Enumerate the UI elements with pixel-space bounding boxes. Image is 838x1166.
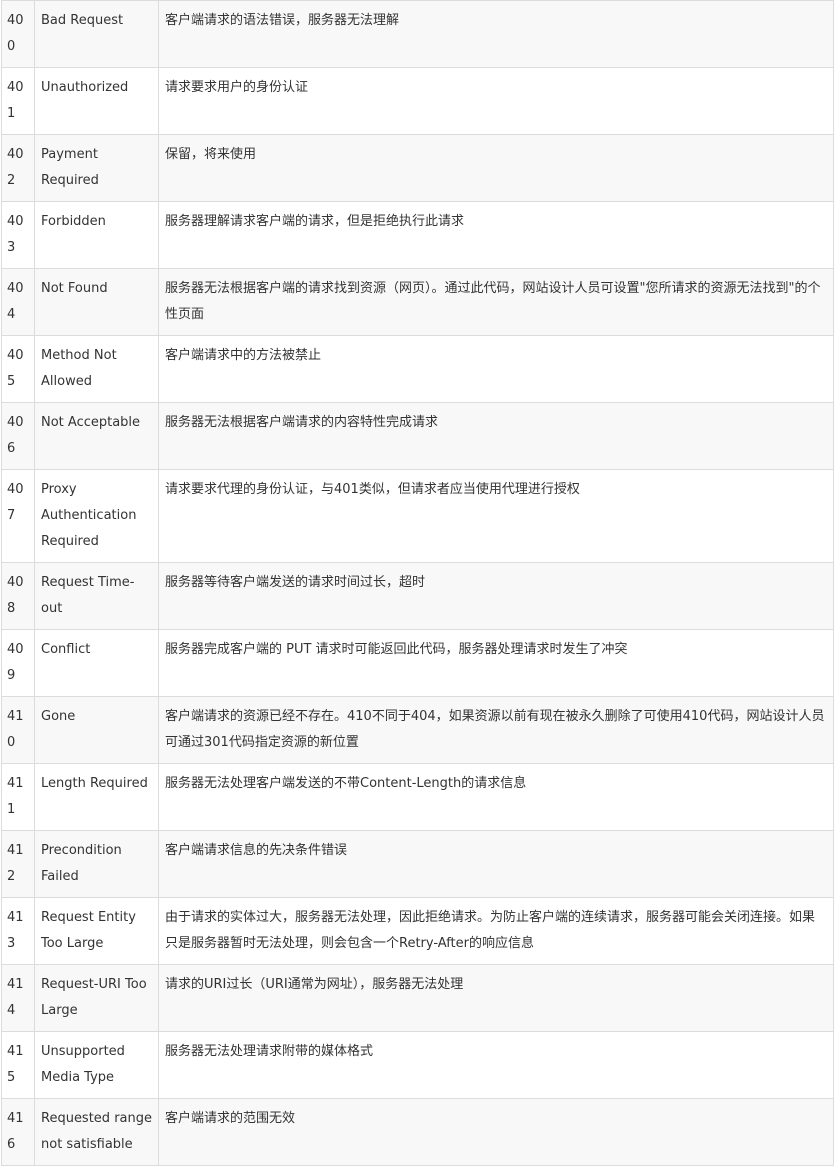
table-row: 412 Precondition Failed 客户端请求信息的先决条件错误 [1, 830, 834, 898]
status-name-cell: Forbidden [34, 201, 159, 269]
table-row: 404 Not Found 服务器无法根据客户端的请求找到资源（网页）。通过此代码，… [1, 268, 834, 336]
table-row: 405 Method Not Allowed 客户端请求中的方法被禁止 [1, 335, 834, 403]
status-code-cell: 412 [1, 830, 35, 898]
table-row: 411 Length Required 服务器无法处理客户端发送的不带Content… [1, 763, 834, 831]
status-name-cell: Not Acceptable [34, 402, 159, 470]
status-description-cell: 保留，将来使用 [158, 134, 834, 202]
status-description-cell: 请求要求用户的身份认证 [158, 67, 834, 135]
status-name-cell: Request-URI Too Large [34, 964, 159, 1032]
table-row: 403 Forbidden 服务器理解请求客户端的请求，但是拒绝执行此请求 [1, 201, 834, 269]
status-name-cell: Requested range not satisfiable [34, 1098, 159, 1166]
table-row: 413 Request Entity Too Large 由于请求的实体过大，服务器… [1, 897, 834, 965]
status-description-cell: 服务器无法根据客户端请求的内容特性完成请求 [158, 402, 834, 470]
status-code-cell: 405 [1, 335, 35, 403]
status-code-cell: 401 [1, 67, 35, 135]
status-name-cell: Unauthorized [34, 67, 159, 135]
table-body: 400 Bad Request 客户端请求的语法错误，服务器无法理解 401 Unaut… [1, 0, 834, 1166]
status-code-cell: 414 [1, 964, 35, 1032]
status-description-cell: 客户端请求信息的先决条件错误 [158, 830, 834, 898]
status-description-cell: 客户端请求的范围无效 [158, 1098, 834, 1166]
status-description-cell: 服务器无法处理请求附带的媒体格式 [158, 1031, 834, 1099]
status-name-cell: Gone [34, 696, 159, 764]
status-code-table-container: 400 Bad Request 客户端请求的语法错误，服务器无法理解 401 Unaut… [1, 0, 834, 1166]
status-code-cell: 406 [1, 402, 35, 470]
status-code-cell: 404 [1, 268, 35, 336]
status-code-cell: 402 [1, 134, 35, 202]
status-description-cell: 客户端请求的资源已经不存在。410不同于404，如果资源以前有现在被永久删除了可… [158, 696, 834, 764]
status-description-cell: 服务器无法处理客户端发送的不带Content-Length的请求信息 [158, 763, 834, 831]
status-code-cell: 400 [1, 0, 35, 68]
status-code-cell: 407 [1, 469, 35, 563]
status-code-cell: 411 [1, 763, 35, 831]
status-name-cell: Request Entity Too Large [34, 897, 159, 965]
status-code-cell: 403 [1, 201, 35, 269]
status-code-cell: 409 [1, 629, 35, 697]
status-description-cell: 由于请求的实体过大，服务器无法处理，因此拒绝请求。为防止客户端的连续请求，服务器… [158, 897, 834, 965]
table-row: 401 Unauthorized 请求要求用户的身份认证 [1, 67, 834, 135]
status-name-cell: Bad Request [34, 0, 159, 68]
status-description-cell: 客户端请求中的方法被禁止 [158, 335, 834, 403]
table-row: 407 Proxy Authentication Required 请求要求代理的身… [1, 469, 834, 563]
status-description-cell: 服务器理解请求客户端的请求，但是拒绝执行此请求 [158, 201, 834, 269]
status-code-cell: 415 [1, 1031, 35, 1099]
table-row: 416 Requested range not satisfiable 客户端请求的… [1, 1098, 834, 1166]
status-code-cell: 416 [1, 1098, 35, 1166]
table-row: 406 Not Acceptable 服务器无法根据客户端请求的内容特性完成请求 [1, 402, 834, 470]
status-code-cell: 410 [1, 696, 35, 764]
status-description-cell: 服务器完成客户端的 PUT 请求时可能返回此代码，服务器处理请求时发生了冲突 [158, 629, 834, 697]
status-description-cell: 客户端请求的语法错误，服务器无法理解 [158, 0, 834, 68]
table-row: 415 Unsupported Media Type 服务器无法处理请求附带的媒体格… [1, 1031, 834, 1099]
http-status-code-table: 400 Bad Request 客户端请求的语法错误，服务器无法理解 401 Unaut… [1, 0, 834, 1166]
status-name-cell: Proxy Authentication Required [34, 469, 159, 563]
status-name-cell: Length Required [34, 763, 159, 831]
status-name-cell: Unsupported Media Type [34, 1031, 159, 1099]
status-name-cell: Conflict [34, 629, 159, 697]
status-name-cell: Not Found [34, 268, 159, 336]
status-name-cell: Precondition Failed [34, 830, 159, 898]
status-name-cell: Method Not Allowed [34, 335, 159, 403]
table-row: 402 Payment Required 保留，将来使用 [1, 134, 834, 202]
status-name-cell: Payment Required [34, 134, 159, 202]
table-row: 410 Gone 客户端请求的资源已经不存在。410不同于404，如果资源以前有现在… [1, 696, 834, 764]
status-description-cell: 请求要求代理的身份认证，与401类似，但请求者应当使用代理进行授权 [158, 469, 834, 563]
table-row: 400 Bad Request 客户端请求的语法错误，服务器无法理解 [1, 0, 834, 68]
status-description-cell: 服务器无法根据客户端的请求找到资源（网页）。通过此代码，网站设计人员可设置"您所… [158, 268, 834, 336]
status-code-cell: 408 [1, 562, 35, 630]
table-row: 408 Request Time-out 服务器等待客户端发送的请求时间过长，超时 [1, 562, 834, 630]
status-description-cell: 请求的URI过长（URI通常为网址），服务器无法处理 [158, 964, 834, 1032]
status-description-cell: 服务器等待客户端发送的请求时间过长，超时 [158, 562, 834, 630]
status-code-cell: 413 [1, 897, 35, 965]
table-row: 414 Request-URI Too Large 请求的URI过长（URI通常为网… [1, 964, 834, 1032]
status-name-cell: Request Time-out [34, 562, 159, 630]
table-row: 409 Conflict 服务器完成客户端的 PUT 请求时可能返回此代码，服务器处… [1, 629, 834, 697]
